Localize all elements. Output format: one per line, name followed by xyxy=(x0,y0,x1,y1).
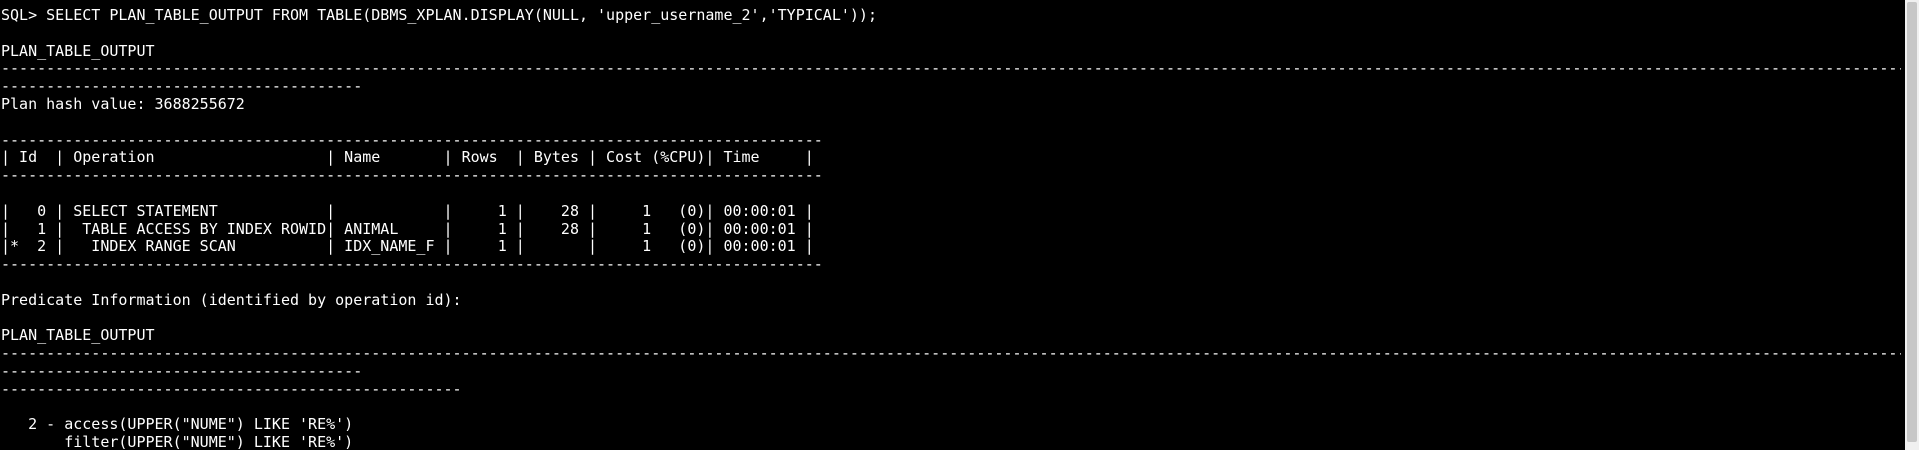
plan-table-header: | Id | Operation | Name | Rows | Bytes |… xyxy=(1,149,814,167)
sql-command-line: SQL> SELECT PLAN_TABLE_OUTPUT FROM TABLE… xyxy=(1,7,877,24)
predicate-filter: filter(UPPER("NUME") LIKE 'RE%') xyxy=(1,434,354,450)
predicate-separator-line: ----------------------------------------… xyxy=(1,380,462,398)
separator-wrap-line: ---------------------------------------- xyxy=(1,78,363,96)
output-column-header: PLAN_TABLE_OUTPUT xyxy=(1,42,155,60)
terminal-window[interactable]: SQL> SELECT PLAN_TABLE_OUTPUT FROM TABLE… xyxy=(0,0,1919,450)
scrollbar-thumb[interactable] xyxy=(1907,2,1917,442)
separator-line: ----------------------------------------… xyxy=(1,60,1901,78)
plan-table-top-border: ----------------------------------------… xyxy=(1,131,823,149)
plan-table-bottom-border: ----------------------------------------… xyxy=(1,256,823,274)
plan-table-row: | 1 | TABLE ACCESS BY INDEX ROWID| ANIMA… xyxy=(1,220,814,238)
separator-wrap-line: ---------------------------------------- xyxy=(1,362,363,380)
output-column-header: PLAN_TABLE_OUTPUT xyxy=(1,327,155,345)
plan-table-header-border: ----------------------------------------… xyxy=(1,167,823,185)
predicate-access: 2 - access(UPPER("NUME") LIKE 'RE%') xyxy=(1,416,354,434)
scrollbar-track[interactable] xyxy=(1905,0,1919,450)
plan-table-row: |* 2 | INDEX RANGE SCAN | IDX_NAME_F | 1… xyxy=(1,238,814,256)
predicate-info-title: Predicate Information (identified by ope… xyxy=(1,291,462,309)
plan-hash-value: Plan hash value: 3688255672 xyxy=(1,95,245,113)
plan-table-row: | 0 | SELECT STATEMENT | | 1 | 28 | 1 (0… xyxy=(1,202,814,220)
separator-line: ----------------------------------------… xyxy=(1,345,1901,363)
